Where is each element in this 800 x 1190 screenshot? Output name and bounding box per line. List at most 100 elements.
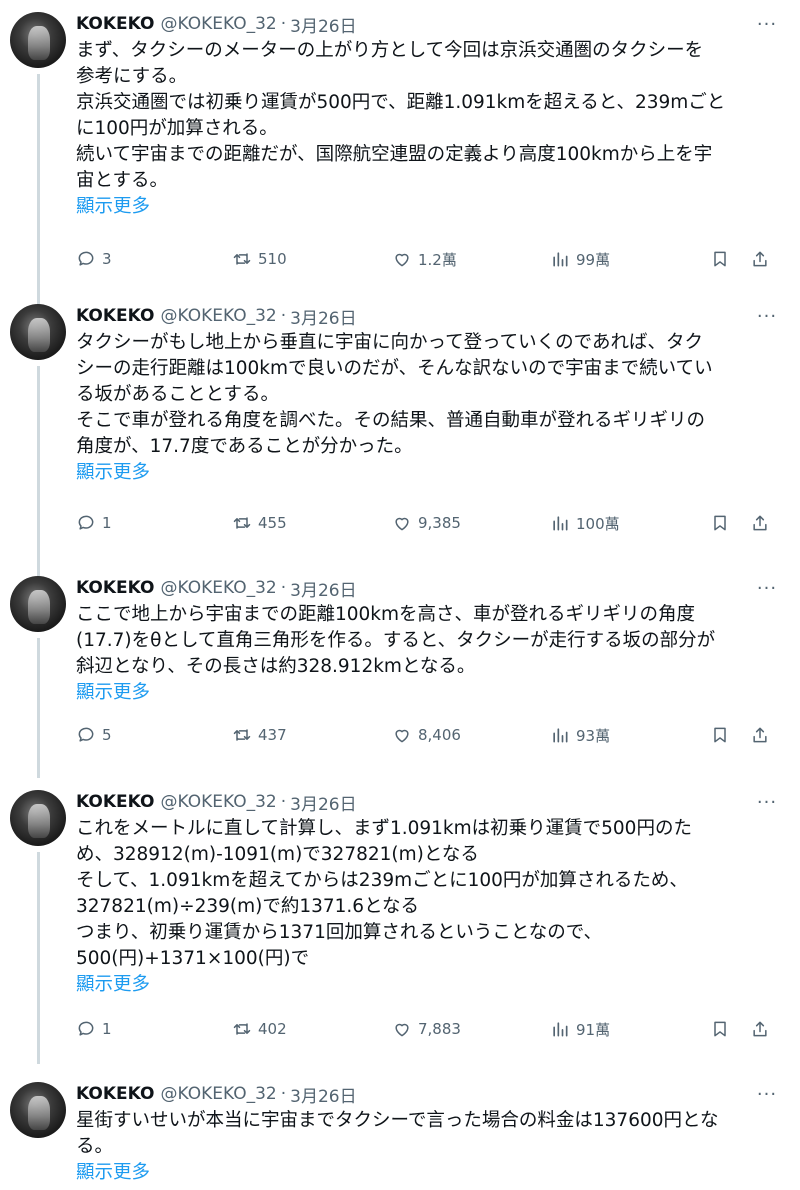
author-handle[interactable]: @KOKEKO_32 (161, 578, 277, 598)
reply-button[interactable]: 3 (76, 244, 112, 274)
avatar[interactable] (10, 304, 66, 360)
tweet-date[interactable]: 3月26日 (290, 12, 356, 37)
text-line: る坂があることとする。 (76, 384, 279, 405)
show-more-link[interactable]: 顯示更多 (76, 680, 786, 706)
views-button[interactable]: 100萬 (550, 508, 620, 538)
like-button[interactable]: 9,385 (392, 508, 461, 538)
retweet-count: 437 (258, 726, 287, 744)
more-icon[interactable]: ··· (756, 578, 778, 599)
tweet[interactable]: KOKEKO @KOKEKO_32 · 3月26日 ··· ここで地上から宇宙ま… (0, 568, 800, 780)
more-icon[interactable]: ··· (756, 14, 778, 35)
text-line: 500(円)+1371×100(円)で (76, 948, 310, 969)
share-button[interactable] (750, 1014, 776, 1044)
avatar[interactable] (10, 576, 66, 632)
tweet-header: KOKEKO @KOKEKO_32 · 3月26日 (76, 576, 357, 601)
tweet-text: ここで地上から宇宙までの距離100kmを高さ、車が登れるギリギリの角度 (17.… (76, 602, 786, 706)
tweet-date[interactable]: 3月26日 (290, 304, 356, 329)
text-line: 327821(m)÷239(m)で約1371.6となる (76, 896, 420, 917)
share-icon (753, 515, 767, 531)
share-icon (753, 727, 767, 743)
text-line: 京浜交通圏では初乗り運賃が500円で、距離1.091kmを超えると、239mごと (76, 92, 726, 113)
like-button[interactable]: 1.2萬 (392, 244, 457, 274)
action-bar: 1 455 9,385 100萬 (76, 508, 780, 538)
reply-count: 5 (102, 726, 112, 744)
like-button[interactable]: 7,883 (392, 1014, 461, 1044)
view-count: 100萬 (576, 514, 620, 533)
reply-icon (78, 727, 94, 742)
show-more-link[interactable]: 顯示更多 (76, 194, 786, 220)
bookmark-button[interactable] (710, 244, 736, 274)
share-button[interactable] (750, 720, 776, 750)
retweet-button[interactable]: 455 (232, 508, 287, 538)
thread: KOKEKO @KOKEKO_32 · 3月26日 ··· まず、タクシーのメー… (0, 0, 800, 1190)
author-name[interactable]: KOKEKO (76, 792, 155, 812)
view-count: 91萬 (576, 1020, 611, 1039)
retweet-button[interactable]: 402 (232, 1014, 287, 1044)
more-icon[interactable]: ··· (756, 1084, 778, 1105)
author-name[interactable]: KOKEKO (76, 306, 155, 326)
author-handle[interactable]: @KOKEKO_32 (161, 792, 277, 812)
more-icon[interactable]: ··· (756, 306, 778, 327)
retweet-button[interactable]: 437 (232, 720, 287, 750)
show-more-link[interactable]: 顯示更多 (76, 1160, 786, 1186)
tweet[interactable]: KOKEKO @KOKEKO_32 · 3月26日 ··· タクシーがもし地上か… (0, 296, 800, 578)
views-icon (553, 252, 568, 267)
show-more-link[interactable]: 顯示更多 (76, 460, 786, 486)
text-line: る。 (76, 1136, 114, 1157)
retweet-count: 510 (258, 250, 287, 268)
separator-dot: · (280, 1084, 287, 1104)
avatar[interactable] (10, 1082, 66, 1138)
tweet-text: まず、タクシーのメーターの上がり方として今回は京浜交通圏のタクシーを 参考にする… (76, 38, 786, 220)
like-count: 7,883 (418, 1020, 461, 1038)
reply-icon (78, 515, 94, 530)
views-button[interactable]: 91萬 (550, 1014, 610, 1044)
retweet-icon (233, 1023, 251, 1035)
tweet-date[interactable]: 3月26日 (290, 790, 356, 815)
reply-icon (78, 1021, 94, 1036)
views-icon (553, 516, 568, 531)
retweet-icon (233, 253, 251, 265)
views-button[interactable]: 93萬 (550, 720, 610, 750)
tweet-header: KOKEKO @KOKEKO_32 · 3月26日 (76, 1082, 357, 1107)
text-line: そして、1.091kmを超えてからは239mごとに100円が加算されるため、 (76, 870, 688, 891)
tweet[interactable]: KOKEKO @KOKEKO_32 · 3月26日 ··· これをメートルに直し… (0, 782, 800, 1064)
like-icon (395, 729, 409, 743)
avatar[interactable] (10, 12, 66, 68)
reply-button[interactable]: 5 (76, 720, 112, 750)
author-handle[interactable]: @KOKEKO_32 (161, 14, 277, 34)
views-button[interactable]: 99萬 (550, 244, 610, 274)
author-handle[interactable]: @KOKEKO_32 (161, 1084, 277, 1104)
retweet-button[interactable]: 510 (232, 244, 287, 274)
author-name[interactable]: KOKEKO (76, 578, 155, 598)
more-icon[interactable]: ··· (756, 792, 778, 813)
bookmark-icon (714, 251, 726, 267)
author-name[interactable]: KOKEKO (76, 14, 155, 34)
show-more-link[interactable]: 顯示更多 (76, 972, 786, 998)
tweet-date[interactable]: 3月26日 (290, 576, 356, 601)
bookmark-button[interactable] (710, 508, 736, 538)
like-icon (395, 517, 409, 531)
tweet-header: KOKEKO @KOKEKO_32 · 3月26日 (76, 12, 357, 37)
text-line: タクシーがもし地上から垂直に宇宙に向かって登っていくのであれば、タク (76, 332, 703, 353)
text-line: そこで車が登れる角度を調べた。その結果、普通自動車が登れるギリギリの (76, 410, 706, 431)
tweet-header: KOKEKO @KOKEKO_32 · 3月26日 (76, 304, 357, 329)
bookmark-icon (714, 727, 726, 743)
tweet[interactable]: KOKEKO @KOKEKO_32 · 3月26日 ··· 星街すいせいが本当に… (0, 1074, 800, 1190)
share-button[interactable] (750, 508, 776, 538)
retweet-icon (233, 517, 251, 529)
reply-button[interactable]: 1 (76, 508, 112, 538)
bookmark-button[interactable] (710, 720, 736, 750)
tweet-date[interactable]: 3月26日 (290, 1082, 356, 1107)
view-count: 93萬 (576, 726, 611, 745)
share-button[interactable] (750, 244, 776, 274)
bookmark-button[interactable] (710, 1014, 736, 1044)
retweet-count: 402 (258, 1020, 287, 1038)
thread-connector (37, 74, 40, 310)
author-handle[interactable]: @KOKEKO_32 (161, 306, 277, 326)
author-name[interactable]: KOKEKO (76, 1084, 155, 1104)
reply-button[interactable]: 1 (76, 1014, 112, 1044)
tweet[interactable]: KOKEKO @KOKEKO_32 · 3月26日 ··· まず、タクシーのメー… (0, 4, 800, 310)
separator-dot: · (280, 578, 287, 598)
avatar[interactable] (10, 790, 66, 846)
like-button[interactable]: 8,406 (392, 720, 461, 750)
